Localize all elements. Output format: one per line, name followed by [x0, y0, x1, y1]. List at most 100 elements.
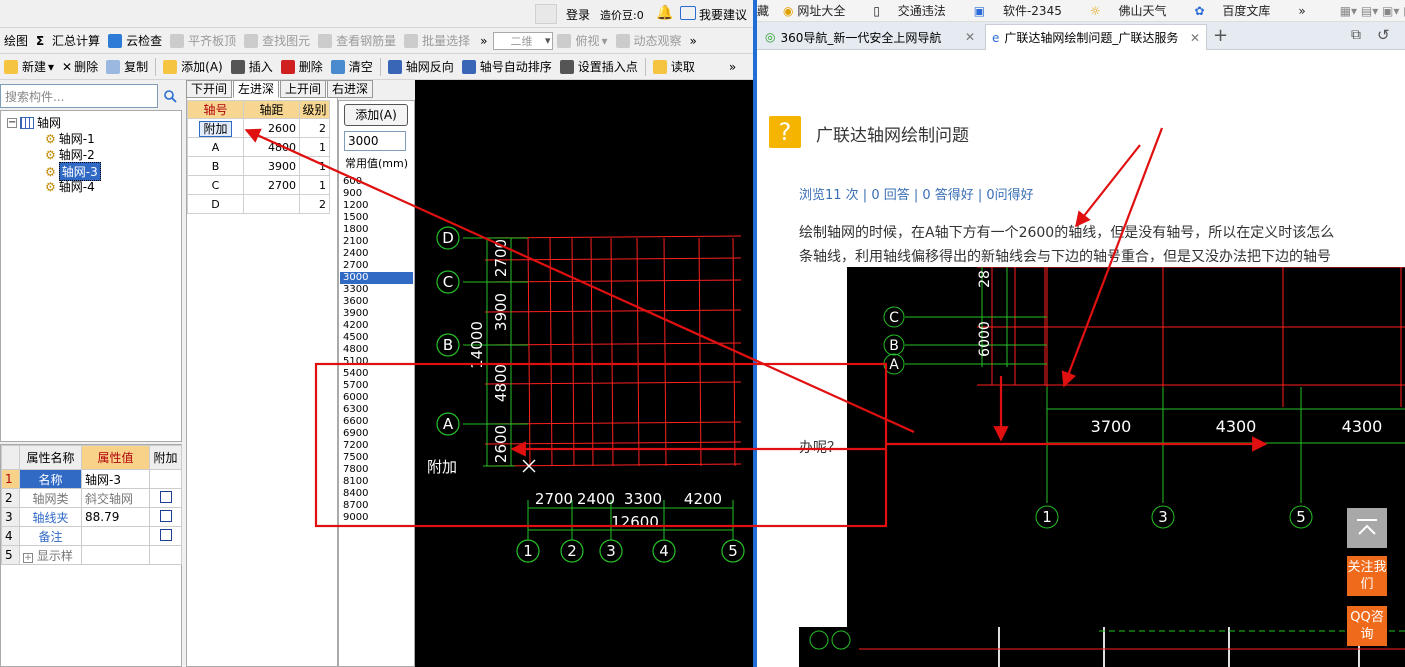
- add-axis-button[interactable]: 添加(A): [159, 56, 227, 78]
- list-item[interactable]: 9000: [340, 512, 413, 524]
- fav-item[interactable]: ◉ 网址大全: [783, 2, 859, 19]
- tab-bottom-bay[interactable]: 下开间: [186, 80, 233, 98]
- close-icon[interactable]: ✕: [965, 30, 975, 44]
- login-link[interactable]: 登录: [566, 6, 590, 23]
- delete-button[interactable]: ✕ 删除: [58, 56, 102, 78]
- list-item[interactable]: 2700: [340, 260, 413, 272]
- common-values-list[interactable]: 600 900 1200 1500 1800 2100 2400 2700 3000 3300 36…: [340, 176, 413, 526]
- browser-tab-active[interactable]: e 广联达轴网绘制问题_广联达服务 ✕: [985, 24, 1207, 50]
- insert-axis-button[interactable]: 插入: [227, 56, 277, 78]
- copy-button[interactable]: 复制: [102, 56, 152, 78]
- expand-icon[interactable]: +: [23, 552, 33, 563]
- add-value-button[interactable]: 添加(A): [344, 104, 408, 126]
- prop-row[interactable]: 2 轴网类 斜交轴网: [1, 488, 182, 508]
- list-item[interactable]: 600: [340, 176, 413, 188]
- list-item[interactable]: 1800: [340, 224, 413, 236]
- draw-tab[interactable]: 绘图: [0, 30, 32, 52]
- list-item[interactable]: 2400: [340, 248, 413, 260]
- list-item[interactable]: 6000: [340, 392, 413, 404]
- list-item[interactable]: 7500: [340, 452, 413, 464]
- extra-checkbox[interactable]: [159, 509, 172, 522]
- browser-tab[interactable]: ◎ 360导航_新一代安全上网导航 ✕: [759, 24, 981, 50]
- search-input[interactable]: 搜索构件...: [0, 84, 158, 108]
- tree-item-axis-4[interactable]: ⚙ 轴网-4: [45, 178, 95, 195]
- list-item[interactable]: 4200: [340, 320, 413, 332]
- list-item[interactable]: 1200: [340, 200, 413, 212]
- extra-checkbox[interactable]: [159, 528, 172, 541]
- list-item[interactable]: 3300: [340, 284, 413, 296]
- suggest-link[interactable]: 我要建议: [699, 6, 747, 23]
- bell-icon[interactable]: 🔔: [656, 5, 673, 21]
- list-item[interactable]: 8700: [340, 500, 413, 512]
- read-button[interactable]: 读取: [649, 56, 699, 78]
- toolbar2-more[interactable]: »: [725, 56, 740, 78]
- list-item[interactable]: 4500: [340, 332, 413, 344]
- prop-value-note[interactable]: [81, 526, 150, 546]
- tab-left-depth[interactable]: 左进深: [233, 80, 280, 98]
- undo-icon[interactable]: ↺: [1377, 26, 1390, 44]
- list-item[interactable]: 6900: [340, 428, 413, 440]
- list-item[interactable]: 1500: [340, 212, 413, 224]
- cloud-check-button[interactable]: 云检查: [104, 30, 166, 52]
- fav-item[interactable]: ✿ 百度文库: [1194, 2, 1284, 19]
- table-row[interactable]: 附加 2600 2: [187, 118, 330, 138]
- tab-top-bay[interactable]: 上开间: [280, 80, 327, 98]
- reverse-axis-button[interactable]: 轴网反向: [384, 56, 458, 78]
- auto-sort-button[interactable]: 轴号自动排序: [458, 56, 556, 78]
- list-item[interactable]: 4800: [340, 344, 413, 356]
- list-item[interactable]: 6600: [340, 416, 413, 428]
- batch-select-button[interactable]: 批量选择: [400, 30, 474, 52]
- dynamic-view-button[interactable]: 动态观察: [612, 30, 686, 52]
- delete-axis-button[interactable]: 删除: [277, 56, 327, 78]
- list-item[interactable]: 3000: [340, 272, 413, 284]
- back-to-top-button[interactable]: [1347, 508, 1387, 548]
- tab-right-depth[interactable]: 右进深: [327, 80, 374, 98]
- list-item[interactable]: 3900: [340, 308, 413, 320]
- fav-item[interactable]: ☼ 佛山天气: [1090, 2, 1181, 19]
- view-2d-select[interactable]: 二维: [493, 31, 554, 50]
- list-item[interactable]: 3600: [340, 296, 413, 308]
- list-item[interactable]: 7200: [340, 440, 413, 452]
- prop-value-name[interactable]: 轴网-3: [81, 469, 150, 489]
- question-image-2[interactable]: [799, 627, 1405, 667]
- fav-item[interactable]: ▣ 软件-2345: [974, 2, 1076, 19]
- follow-us-button[interactable]: 关注我们: [1347, 556, 1387, 596]
- view-rebar-button[interactable]: 查看钢筋量: [314, 30, 400, 52]
- list-item[interactable]: 2100: [340, 236, 413, 248]
- toolbar-icons[interactable]: ▦▾ ▤▾ ▣▾ ▩▾: [1340, 4, 1405, 18]
- extra-checkbox[interactable]: [159, 490, 172, 503]
- prop-value-angle[interactable]: 88.79: [81, 507, 150, 527]
- toolbar1-more-2[interactable]: »: [686, 30, 701, 52]
- chat-icon[interactable]: [680, 6, 696, 20]
- fav-item[interactable]: 藏: [757, 2, 769, 19]
- table-row[interactable]: A 4800 1: [187, 137, 330, 157]
- summary-calc-button[interactable]: Σ 汇总计算: [32, 30, 104, 52]
- value-input[interactable]: 3000: [344, 131, 406, 151]
- cad-canvas[interactable]: D C B A 附加 1 2 3 4 5 2700 3900 4800 2600 14000 2700 2400…: [415, 80, 755, 667]
- tree-root[interactable]: − 轴网: [7, 114, 61, 131]
- fav-more[interactable]: »: [1298, 4, 1305, 18]
- new-tab-button[interactable]: +: [1213, 25, 1228, 46]
- set-insert-point-button[interactable]: 设置插入点: [556, 56, 642, 78]
- collapse-icon[interactable]: −: [7, 117, 17, 128]
- fav-item[interactable]: ▯ 交通违法: [873, 2, 959, 19]
- prop-value-type[interactable]: 斜交轴网: [81, 488, 150, 508]
- clear-axis-button[interactable]: 清空: [327, 56, 377, 78]
- list-item[interactable]: 5100: [340, 356, 413, 368]
- question-image[interactable]: C B A 1 3 5 3700 4300 4300 28 6000: [847, 267, 1405, 667]
- table-row[interactable]: D 2: [187, 194, 330, 214]
- list-item[interactable]: 8100: [340, 476, 413, 488]
- tree-item-axis-2[interactable]: ⚙ 轴网-2: [45, 146, 95, 163]
- top-view-button[interactable]: 俯视 ▾: [553, 30, 611, 52]
- search-icon[interactable]: [158, 84, 182, 108]
- toolbar1-more[interactable]: »: [474, 30, 493, 52]
- table-row[interactable]: C 2700 1: [187, 175, 330, 195]
- list-item[interactable]: 7800: [340, 464, 413, 476]
- table-row[interactable]: B 3900 1: [187, 156, 330, 176]
- qq-consult-button[interactable]: QQ咨询: [1347, 606, 1387, 646]
- close-icon[interactable]: ✕: [1190, 31, 1200, 45]
- list-item[interactable]: 900: [340, 188, 413, 200]
- find-element-button[interactable]: 查找图元: [240, 30, 314, 52]
- list-item[interactable]: 5700: [340, 380, 413, 392]
- list-item[interactable]: 6300: [340, 404, 413, 416]
